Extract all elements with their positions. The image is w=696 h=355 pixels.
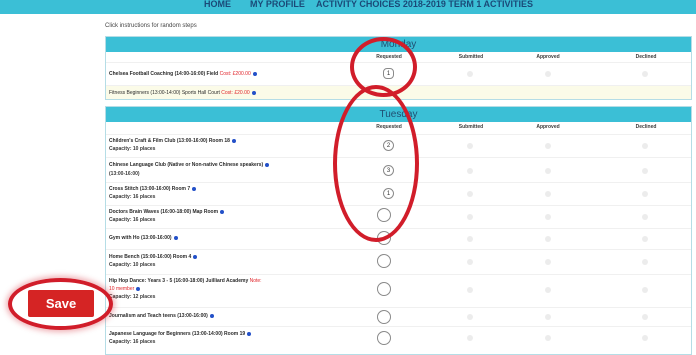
tuesday-highlight-oval [333,85,419,242]
info-icon[interactable] [231,138,236,143]
capacity-text: Capacity: 16 places [109,194,156,200]
nav-home[interactable]: HOME [204,0,231,9]
col-declined: Declined [635,54,657,60]
tuesday-row: Hip Hop Dance: Years 3 - 5 (16:00-18:00)… [106,274,691,307]
activity-name: Fitness Beginners (13:00-14:00) Sports H… [109,90,256,96]
col-approved: Approved [536,54,560,60]
requested-choice[interactable] [377,331,391,345]
info-icon[interactable] [220,209,225,214]
declined-indicator [642,259,648,265]
activity-time: (13:00-16:00) [109,171,140,177]
declined-indicator [642,287,648,293]
capacity-text: Capacity: 12 places [109,294,156,300]
capacity-text: Capacity: 10 places [109,146,156,152]
activity-name: Japanese Language for Beginners (13:00-1… [109,331,252,337]
activity-name: Cross Stitch (13:00-16:00) Room 7 [109,186,197,192]
capacity-text: Capacity: 10 places [109,262,156,268]
top-nav: HOME MY PROFILE ACTIVITY CHOICES 2018-20… [0,0,696,14]
activity-name: Chelsea Football Coaching (14:00-16:00) … [109,71,257,77]
info-icon[interactable] [192,186,197,191]
activity-name: Gym with Ho (13:00-16:00) [109,235,178,241]
capacity-text: Capacity: 16 places [109,339,156,345]
col-submitted: Submitted [458,124,484,130]
approved-indicator [545,143,551,149]
activity-name: Journalism and Teach teens (13:00-16:00) [109,313,214,319]
requested-choice[interactable] [377,282,391,296]
approved-indicator [545,314,551,320]
approved-indicator [545,214,551,220]
info-icon[interactable] [209,313,214,318]
activity-name: Chinese Language Club (Native or Non-nat… [109,162,270,168]
submitted-indicator [467,191,473,197]
approved-indicator [545,191,551,197]
info-icon[interactable] [247,331,252,336]
info-icon[interactable] [251,90,256,95]
submitted-indicator [467,287,473,293]
col-approved: Approved [536,124,560,130]
submitted-indicator [467,259,473,265]
nav-activity-choices[interactable]: ACTIVITY CHOICES 2018-2019 TERM 1 ACTIVI… [316,0,533,9]
activity-name: Home Bench (15:00-16:00) Room 4 [109,254,198,260]
info-icon[interactable] [252,71,257,76]
col-declined: Declined [635,124,657,130]
activity-name: Hip Hop Dance: Years 3 - 5 (16:00-18:00)… [109,278,262,284]
info-icon[interactable] [265,162,270,167]
submitted-indicator [467,314,473,320]
approved-indicator [545,71,551,77]
submitted-indicator [467,335,473,341]
requested-choice[interactable] [377,254,391,268]
nav-my-profile[interactable]: MY PROFILE [250,0,305,9]
submitted-indicator [467,236,473,242]
instructions-link[interactable]: Click instructions for random steps [105,23,197,29]
approved-indicator [545,335,551,341]
info-icon[interactable] [136,286,141,291]
tuesday-row: Japanese Language for Beginners (13:00-1… [106,326,691,354]
approved-indicator [545,168,551,174]
submitted-indicator [467,71,473,77]
info-icon[interactable] [193,254,198,259]
tuesday-row: Home Bench (15:00-16:00) Room 4 Capacity… [106,249,691,274]
approved-indicator [545,259,551,265]
activity-name: Doctors Brain Waves (16:00-18:00) Map Ro… [109,209,225,215]
tuesday-row: Gym with Ho (13:00-16:00) [106,228,691,249]
col-submitted: Submitted [458,54,484,60]
capacity-text: Capacity: 16 places [109,217,156,223]
submitted-indicator [467,168,473,174]
save-button[interactable]: Save [28,290,94,317]
requested-choice[interactable] [377,310,391,324]
declined-indicator [642,71,648,77]
declined-indicator [642,168,648,174]
declined-indicator [642,314,648,320]
tuesday-row: Journalism and Teach teens (13:00-16:00) [106,307,691,326]
approved-indicator [545,236,551,242]
approved-indicator [545,287,551,293]
declined-indicator [642,335,648,341]
declined-indicator [642,191,648,197]
info-icon[interactable] [173,235,178,240]
declined-indicator [642,143,648,149]
declined-indicator [642,236,648,242]
submitted-indicator [467,143,473,149]
activity-name: Children's Craft & Film Club (13:00-16:0… [109,138,236,144]
declined-indicator [642,214,648,220]
activity-note: 10 member [109,286,141,292]
submitted-indicator [467,214,473,220]
